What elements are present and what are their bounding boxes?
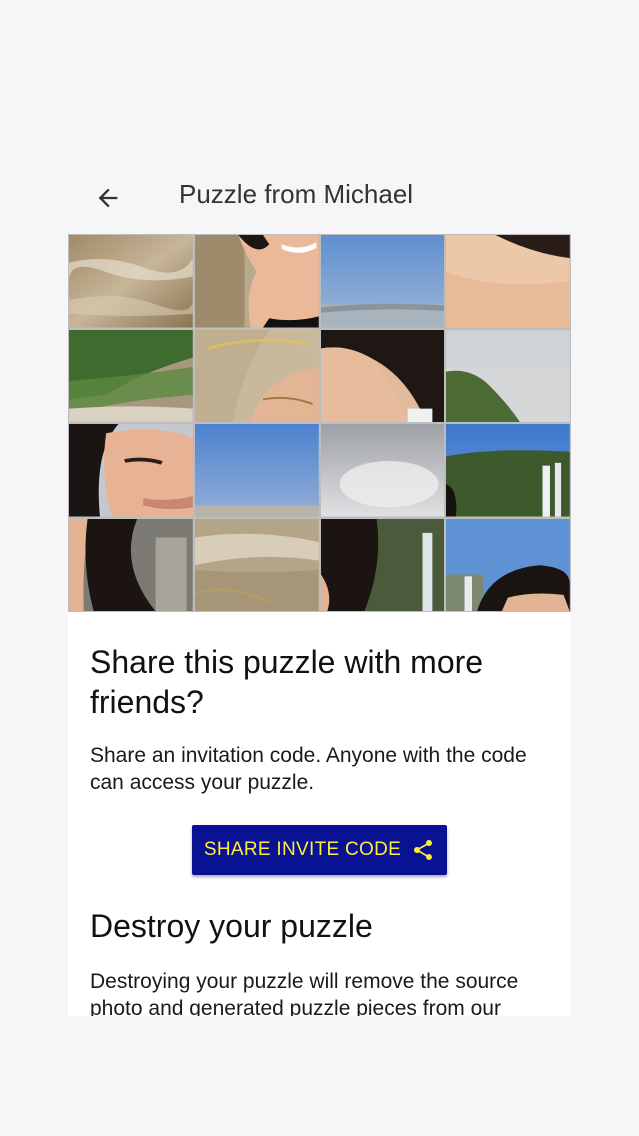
share-icon <box>414 840 433 860</box>
back-button[interactable] <box>88 178 128 218</box>
app-header: Puzzle from Michael <box>68 168 571 224</box>
puzzle-piece[interactable] <box>320 518 445 611</box>
puzzle-piece[interactable] <box>446 424 570 517</box>
share-description: Share an invitation code. Anyone with th… <box>90 744 527 794</box>
puzzle-piece[interactable] <box>320 235 445 328</box>
puzzle-piece[interactable] <box>194 518 319 611</box>
share-heading: Share this puzzle with more friends? <box>90 644 484 720</box>
puzzle-piece[interactable] <box>69 518 193 611</box>
puzzle-piece[interactable] <box>194 424 319 517</box>
puzzle-piece[interactable] <box>446 329 570 422</box>
share-invite-code-button[interactable]: SHARE INVITE CODE <box>192 825 447 875</box>
content-card: Share this puzzle with more friends? Sha… <box>68 612 571 1016</box>
puzzle-piece[interactable] <box>446 235 570 328</box>
share-button-label: SHARE INVITE CODE <box>203 839 402 860</box>
destroy-description: Destroying your puzzle will remove the s… <box>90 970 519 1016</box>
destroy-heading: Destroy your puzzle <box>90 908 373 944</box>
arrow-back-icon <box>98 188 118 208</box>
page-title: Puzzle from Michael <box>179 179 414 209</box>
puzzle-piece[interactable] <box>69 424 193 517</box>
puzzle-piece[interactable] <box>69 235 193 328</box>
puzzle-piece[interactable] <box>446 518 570 611</box>
puzzle-piece[interactable] <box>320 329 445 422</box>
puzzle-piece[interactable] <box>320 424 445 517</box>
puzzle-piece[interactable] <box>194 235 319 328</box>
puzzle-piece[interactable] <box>194 329 319 422</box>
puzzle-piece[interactable] <box>69 329 193 422</box>
puzzle-grid <box>68 234 571 612</box>
